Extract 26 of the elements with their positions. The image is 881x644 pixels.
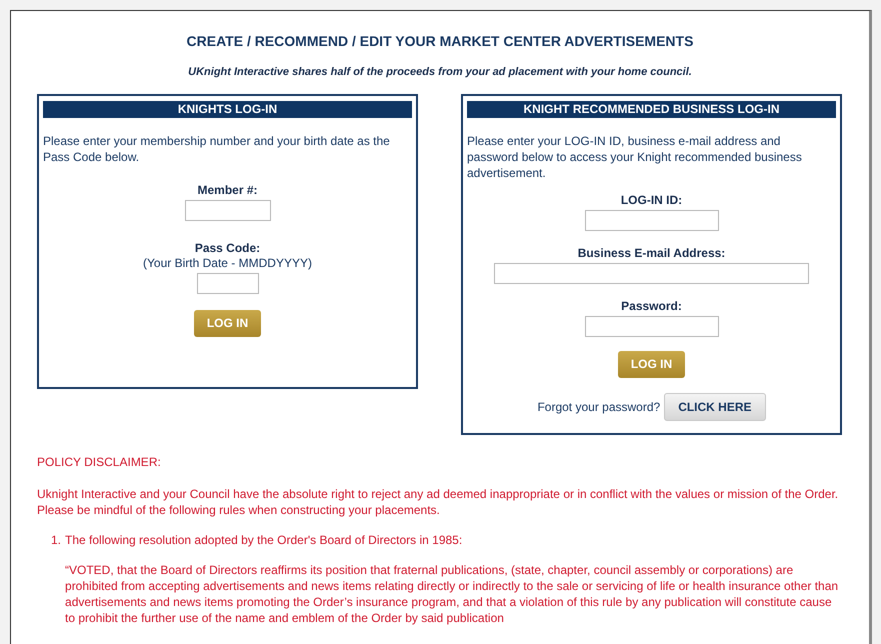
log-in-button[interactable]: LOG IN [618,350,686,378]
field-label: Password: [621,298,682,314]
input-field[interactable] [196,272,258,294]
instructions-text: Please enter your LOG-IN ID, business e-mail address and password below to access your Knight recommended business advertisement. [467,132,803,180]
list-number: 1. [51,532,62,548]
page-title: CREATE / RECOMMEND / EDIT YOUR MARKET CENTER ADVERTISEMENTS [186,32,694,51]
page-subtitle: UKnight Interactive shares half of the proceeds from your ad placement with your home council. [187,65,693,80]
forgot-password-text: Forgot your password? [537,398,660,416]
input-field[interactable] [184,200,270,220]
rule-text: The following resolution adopted by the Order's Board of Directors in 1985: [65,532,464,548]
panel-heading: KNIGHT RECOMMENDED BUSINESS LOG-IN [467,100,836,118]
quote-text: “VOTED, that the Board of Directors reaffirms its position that fraternal publications, (state, chapter, council assembly or corporations) are prohibited from accepting advertisements and news items relating directly or indirectly to the sale or servicing of life or health insurance other than advertisements and news items promoting the Order’s insurance program, and that a violation of this rule by any publication will constitute cause to prohibit the further use of the name and emblem of the Order by said publication [65,562,839,626]
disclaimer-text: Uknight Interactive and your Council have the absolute right to reject any ad deemed inappropriate or in conflict with the values or mission of the Order. Please be mindful of the following rules when constructing your placements. [37,486,839,518]
field-label: Pass Code: [194,240,260,256]
field-label: Business E-mail Address: [578,246,726,260]
disclaimer-heading: POLICY DISCLAIMER: [37,454,162,470]
input-field[interactable] [584,316,718,336]
instructions-text: Please enter your membership number and your birth date as the Pass Code below. [43,132,391,164]
panel-heading: KNIGHTS LOG-IN [43,100,412,118]
input-field[interactable] [584,210,718,230]
field-hint: (Your Birth Date - MMDDYYYY) [143,256,312,270]
click-here-button[interactable]: CLICK HERE [664,392,766,420]
field-label: Member #: [197,182,258,198]
field-label: LOG-IN ID: [620,192,682,208]
input-field[interactable] [494,262,809,284]
log-in-button[interactable]: LOG IN [194,310,262,336]
